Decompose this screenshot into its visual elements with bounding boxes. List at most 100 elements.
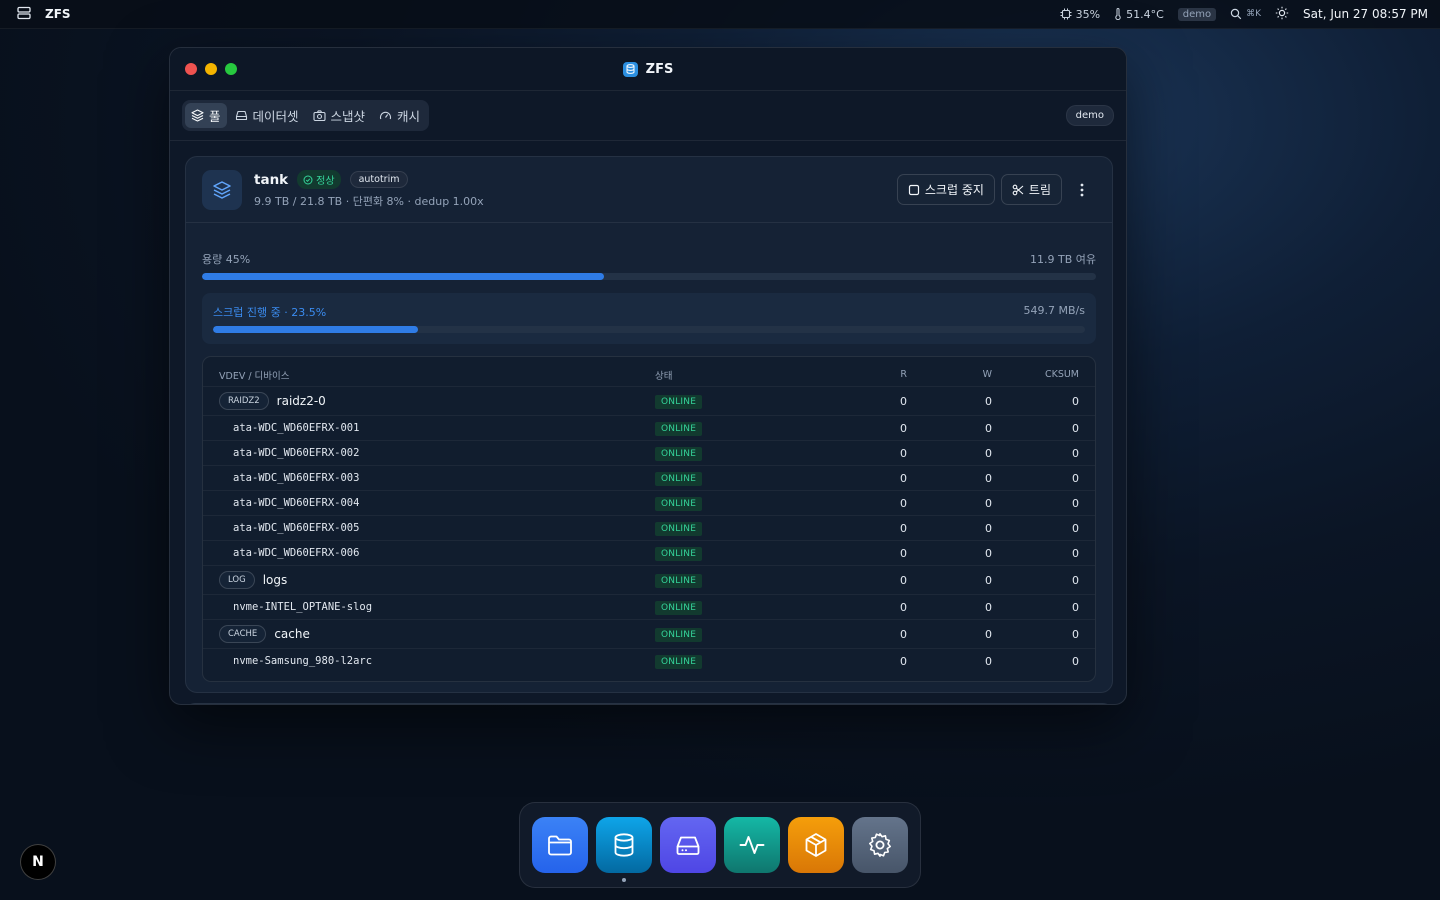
layers-icon (191, 109, 204, 122)
table-row[interactable]: ata-WDC_WD60EFRX-002 ONLINE 0 0 0 (203, 440, 1095, 465)
titlebar[interactable]: ZFS (170, 48, 1126, 91)
dock-packages[interactable] (788, 817, 844, 873)
minimize-button[interactable] (205, 63, 217, 75)
dock-settings[interactable] (852, 817, 908, 873)
device-name: nvme-Samsung_980-l2arc (233, 655, 373, 667)
database-icon (614, 833, 634, 857)
device-name: ata-WDC_WD60EFRX-005 (233, 522, 360, 534)
scrub-progress-panel: 스크럽 진행 중 · 23.5% 549.7 MB/s (202, 293, 1096, 344)
clock: Sat, Jun 27 08:57 PM (1303, 7, 1428, 21)
write-errors: 0 (985, 546, 992, 560)
gear-icon (869, 833, 891, 857)
tab-label: 스냅샷 (330, 109, 366, 124)
table-row[interactable]: CACHE cache ONLINE 0 0 0 (203, 619, 1095, 648)
table-header: VDEV / 디바이스 상태 R W CKSUM (203, 357, 1095, 386)
camera-icon (312, 110, 326, 122)
cksum-errors: 0 (1072, 496, 1079, 510)
running-indicator (622, 878, 626, 882)
table-row[interactable]: ata-WDC_WD60EFRX-001 ONLINE 0 0 0 (203, 415, 1095, 440)
dock-zfs[interactable] (596, 817, 652, 882)
cksum-errors: 0 (1072, 446, 1079, 460)
vdev-type-badge: CACHE (219, 625, 267, 643)
cksum-errors: 0 (1072, 600, 1079, 614)
device-name: ata-WDC_WD60EFRX-003 (233, 472, 360, 484)
close-button[interactable] (185, 63, 197, 75)
table-row[interactable]: ata-WDC_WD60EFRX-006 ONLINE 0 0 0 (203, 540, 1095, 565)
tab-datasets[interactable]: 데이터셋 (229, 103, 305, 128)
read-errors: 0 (900, 654, 907, 668)
dock-monitor[interactable] (724, 817, 780, 873)
table-row[interactable]: ata-WDC_WD60EFRX-004 ONLINE 0 0 0 (203, 490, 1095, 515)
vdev-name: cache (274, 627, 310, 641)
capacity-section: 용량 45% 11.9 TB 여유 (186, 223, 1112, 280)
tab-label: 풀 (209, 109, 221, 124)
state-badge: ONLINE (655, 521, 703, 536)
state-badge: ONLINE (655, 394, 703, 409)
state-badge: ONLINE (655, 600, 703, 615)
cksum-errors: 0 (1072, 573, 1079, 587)
more-options-button[interactable] (1068, 176, 1096, 204)
pool-layers-icon (202, 169, 242, 210)
read-errors: 0 (900, 471, 907, 485)
capacity-bar (202, 273, 1096, 280)
gauge-icon (380, 111, 392, 120)
write-errors: 0 (985, 394, 992, 408)
header-cksum: CKSUM (1044, 369, 1079, 380)
cpu-indicator[interactable]: 35% (1060, 8, 1100, 21)
sun-icon (1275, 6, 1289, 19)
cksum-errors: 0 (1072, 471, 1079, 485)
tab-pools[interactable]: 풀 (185, 103, 227, 128)
search-icon (1230, 8, 1242, 20)
tab-snapshots[interactable]: 스냅샷 (307, 103, 372, 128)
device-name: ata-WDC_WD60EFRX-006 (233, 547, 360, 559)
table-row[interactable]: ata-WDC_WD60EFRX-003 ONLINE 0 0 0 (203, 465, 1095, 490)
tab-label: 데이터셋 (252, 109, 299, 124)
toolbar: 풀 데이터셋 스냅샷 캐시 demo (170, 91, 1126, 141)
pool-card: tank 정상 autotrim 9.9 TB / 21.8 TB · 단편화 … (185, 156, 1113, 693)
trim-label: 트림 (1028, 183, 1051, 197)
header-state: 상태 (655, 370, 673, 382)
stop-scrub-label: 스크럽 중지 (924, 183, 984, 197)
table-row[interactable]: nvme-Samsung_980-l2arc ONLINE 0 0 0 (203, 648, 1095, 673)
dock (519, 802, 921, 888)
tab-cache[interactable]: 캐시 (373, 103, 426, 128)
theme-toggle[interactable] (1275, 6, 1289, 23)
state-badge: ONLINE (655, 546, 703, 561)
write-errors: 0 (985, 471, 992, 485)
app-name: ZFS (45, 7, 71, 21)
dock-disks[interactable] (660, 817, 716, 873)
autotrim-tag: autotrim (349, 171, 409, 188)
next-devtools-button[interactable]: N (20, 844, 56, 880)
device-name: ata-WDC_WD60EFRX-004 (233, 497, 360, 509)
cksum-errors: 0 (1072, 394, 1079, 408)
stop-scrub-button[interactable]: 스크럽 중지 (896, 174, 995, 205)
trim-button[interactable]: 트림 (1000, 174, 1062, 205)
read-errors: 0 (900, 446, 907, 460)
table-row[interactable]: LOG logs ONLINE 0 0 0 (203, 565, 1095, 594)
write-errors: 0 (985, 573, 992, 587)
cksum-errors: 0 (1072, 654, 1079, 668)
state-badge: ONLINE (655, 446, 703, 461)
device-name: ata-WDC_WD60EFRX-001 (233, 422, 360, 434)
header-write: W (982, 369, 992, 380)
table-row[interactable]: RAIDZ2 raidz2-0 ONLINE 0 0 0 (203, 386, 1095, 415)
read-errors: 0 (900, 546, 907, 560)
menu-icon[interactable] (17, 6, 31, 23)
search-button[interactable]: ⌘K (1230, 8, 1261, 20)
table-row[interactable]: nvme-INTEL_OPTANE-slog ONLINE 0 0 0 (203, 594, 1095, 619)
activity-icon (739, 836, 765, 854)
window-title: ZFS (622, 61, 673, 77)
search-shortcut: ⌘K (1246, 9, 1262, 19)
more-vertical-icon (1080, 183, 1084, 196)
pool-name: tank (254, 171, 289, 188)
state-badge: ONLINE (655, 421, 703, 436)
temp-indicator[interactable]: 51.4°C (1114, 8, 1164, 21)
vdev-type-badge: RAIDZ2 (219, 392, 269, 410)
maximize-button[interactable] (225, 63, 237, 75)
state-badge: ONLINE (655, 496, 703, 511)
cksum-errors: 0 (1072, 627, 1079, 641)
vdev-name: logs (262, 573, 288, 587)
device-name: ata-WDC_WD60EFRX-002 (233, 447, 360, 459)
dock-files[interactable] (532, 817, 588, 873)
table-row[interactable]: ata-WDC_WD60EFRX-005 ONLINE 0 0 0 (203, 515, 1095, 540)
